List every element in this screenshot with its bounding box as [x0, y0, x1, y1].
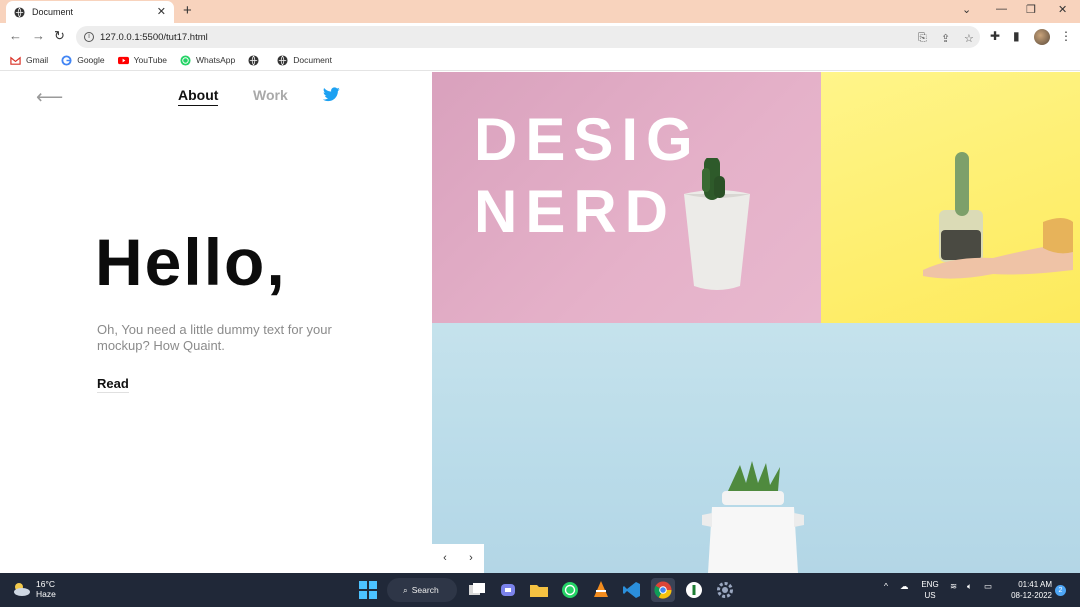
share-icon[interactable]: ⇪ [941, 32, 950, 45]
succulent-vase-illustration [702, 461, 804, 573]
tab-title: Document [32, 7, 74, 17]
close-tab-icon[interactable]: ✕ [157, 5, 166, 18]
tab-search-icon[interactable]: ⌄ [962, 3, 971, 16]
bookmark-google[interactable]: Google [61, 54, 105, 66]
notification-badge[interactable]: 2 [1055, 585, 1066, 596]
blue-succulent-image [432, 323, 1080, 573]
bookmarks-bar: Gmail Google YouTube WhatsApp Document [0, 50, 1080, 71]
windows-start-icon[interactable] [356, 578, 380, 602]
battery-icon[interactable]: ▭ [984, 581, 992, 592]
teams-chat-icon[interactable] [496, 578, 520, 602]
nav-work-link[interactable]: Work [253, 87, 288, 103]
volume-icon[interactable]: 🔈︎ [967, 581, 972, 592]
globe-icon [248, 54, 259, 66]
hero-title: Hello, [95, 225, 287, 299]
weather-widget[interactable]: 16°C Haze [12, 579, 56, 599]
weather-temperature: 16°C [36, 579, 55, 589]
system-clock[interactable]: 01:41 AM 08-12-2022 [1004, 579, 1052, 601]
taskbar: 16°C Haze ⌕ Search ^ ☁ ENG US ≋ 🔈︎ ▭ 01:… [0, 573, 1080, 607]
bookmark-whatsapp[interactable]: WhatsApp [180, 54, 235, 66]
onedrive-icon[interactable]: ☁ [900, 581, 909, 592]
profile-avatar[interactable] [1034, 29, 1050, 45]
chrome-icon[interactable] [650, 578, 675, 602]
design-nerd-text: DESIG NERD [474, 106, 701, 245]
web-page: ⟵ About Work Hello, Oh, You need a littl… [0, 72, 1080, 573]
globe-icon [277, 54, 288, 66]
yellow-hand-cactus-image [821, 72, 1080, 323]
cactus-pot-illustration [684, 158, 750, 290]
read-link[interactable]: Read [97, 376, 129, 393]
whatsapp-icon [180, 54, 191, 66]
browser-toolbar: ← → ↻ i 127.0.0.1:5500/tut17.html ⎘ ⇪ ☆ … [0, 23, 1080, 50]
nav-about-link[interactable]: About [178, 87, 219, 106]
slider-next-button[interactable]: › [458, 544, 484, 573]
site-info-icon[interactable]: i [84, 32, 94, 42]
bookmark-gmail[interactable]: Gmail [10, 55, 48, 66]
taskbar-search[interactable]: ⌕ Search [387, 578, 457, 602]
browser-tab[interactable]: Document ✕ [6, 1, 174, 23]
vscode-icon[interactable] [620, 578, 644, 602]
google-icon [61, 54, 72, 66]
hero-description: Oh, You need a little dummy text for you… [97, 322, 332, 353]
extensions-icon[interactable]: ✚ [990, 29, 1000, 43]
forward-nav-icon[interactable]: → [32, 28, 45, 43]
translate-icon[interactable]: ⎘ [918, 32, 927, 45]
wifi-icon[interactable]: ≋ [950, 581, 957, 592]
task-view-icon[interactable] [465, 578, 489, 602]
file-explorer-icon[interactable] [527, 578, 551, 602]
browser-tab-bar: Document ✕ + ⌄ — ❐ ✕ [0, 0, 1080, 23]
search-icon: ⌕ [403, 584, 408, 595]
image-slider[interactable]: DESIG NERD [432, 72, 1080, 573]
hidden-icons-chevron[interactable]: ^ [884, 581, 888, 591]
settings-gear-icon[interactable] [713, 578, 737, 602]
gmail-icon [10, 56, 21, 65]
address-bar[interactable]: i 127.0.0.1:5500/tut17.html ⎘ ⇪ ☆ [76, 26, 980, 48]
language-indicator[interactable]: ENG US [919, 579, 941, 601]
globe-icon [14, 6, 25, 18]
pink-cactus-image: DESIG NERD [432, 72, 821, 323]
reload-icon[interactable]: ↻ [54, 28, 65, 44]
bookmark-document[interactable]: Document [277, 54, 332, 66]
slider-prev-button[interactable]: ‹ [432, 544, 458, 573]
close-window-button[interactable]: ✕ [1058, 3, 1067, 16]
bookmark-globe[interactable] [248, 54, 264, 66]
bookmark-youtube[interactable]: YouTube [117, 55, 167, 66]
whatsapp-app-icon[interactable] [558, 578, 582, 602]
youtube-icon [117, 56, 129, 64]
bookmark-star-icon[interactable]: ☆ [964, 32, 974, 45]
minimize-button[interactable]: — [996, 3, 1007, 15]
back-nav-icon[interactable]: ← [9, 28, 22, 43]
taskbar-apps: ⌕ Search [352, 578, 740, 602]
weather-description: Haze [36, 589, 56, 599]
twitter-icon[interactable] [323, 87, 340, 102]
cactus-jar-illustration [923, 152, 1073, 279]
slider-arrows: ‹ › [432, 544, 484, 573]
menu-icon[interactable]: ⋮ [1060, 29, 1072, 43]
restore-button[interactable]: ❐ [1026, 3, 1036, 16]
new-tab-button[interactable]: + [183, 3, 192, 19]
app-icon[interactable] [682, 578, 706, 602]
side-panel-icon[interactable]: ▮ [1013, 29, 1020, 43]
weather-cloud-icon [14, 583, 30, 596]
back-arrow-icon[interactable]: ⟵ [36, 86, 63, 109]
vlc-icon[interactable] [589, 578, 613, 602]
url-text: 127.0.0.1:5500/tut17.html [100, 31, 208, 43]
